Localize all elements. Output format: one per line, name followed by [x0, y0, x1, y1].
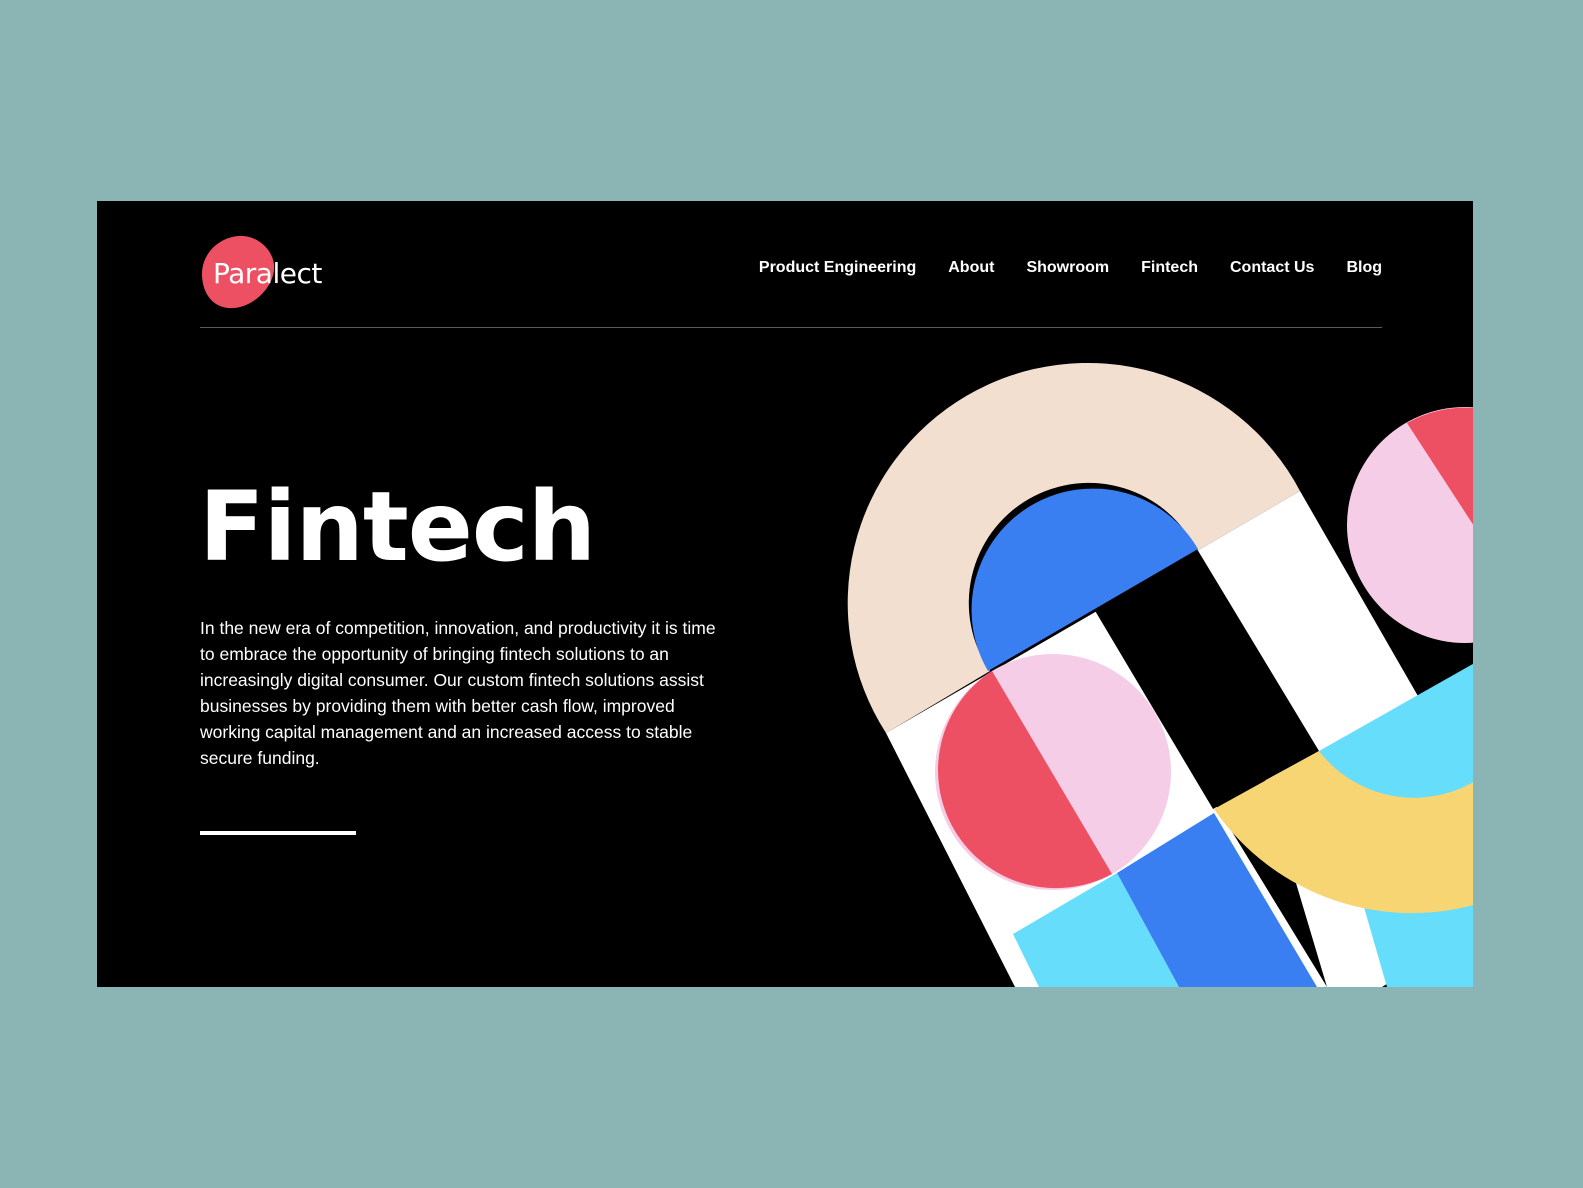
hero-description: In the new era of competition, innovatio…	[200, 618, 716, 768]
decorative-geometric-illustration	[847, 201, 1487, 987]
nav-item-showroom[interactable]: Showroom	[1026, 259, 1109, 277]
nav-item-blog[interactable]: Blog	[1346, 259, 1382, 277]
main-nav: Product Engineering About Showroom Finte…	[759, 259, 1382, 277]
nav-item-fintech[interactable]: Fintech	[1141, 259, 1198, 277]
paralect-logo[interactable]: Paralect	[200, 234, 330, 314]
frame-right-edge	[1473, 201, 1487, 987]
page-title: Fintech	[199, 471, 596, 583]
nav-item-contact-us[interactable]: Contact Us	[1230, 259, 1314, 277]
header-divider	[200, 327, 1382, 328]
nav-item-product-engineering[interactable]: Product Engineering	[759, 259, 916, 277]
logo-text: Paralect	[213, 257, 322, 290]
website-frame: Paralect Product Engineering About Showr…	[97, 201, 1487, 987]
hero-underline	[200, 831, 356, 835]
nav-item-about[interactable]: About	[948, 259, 994, 277]
